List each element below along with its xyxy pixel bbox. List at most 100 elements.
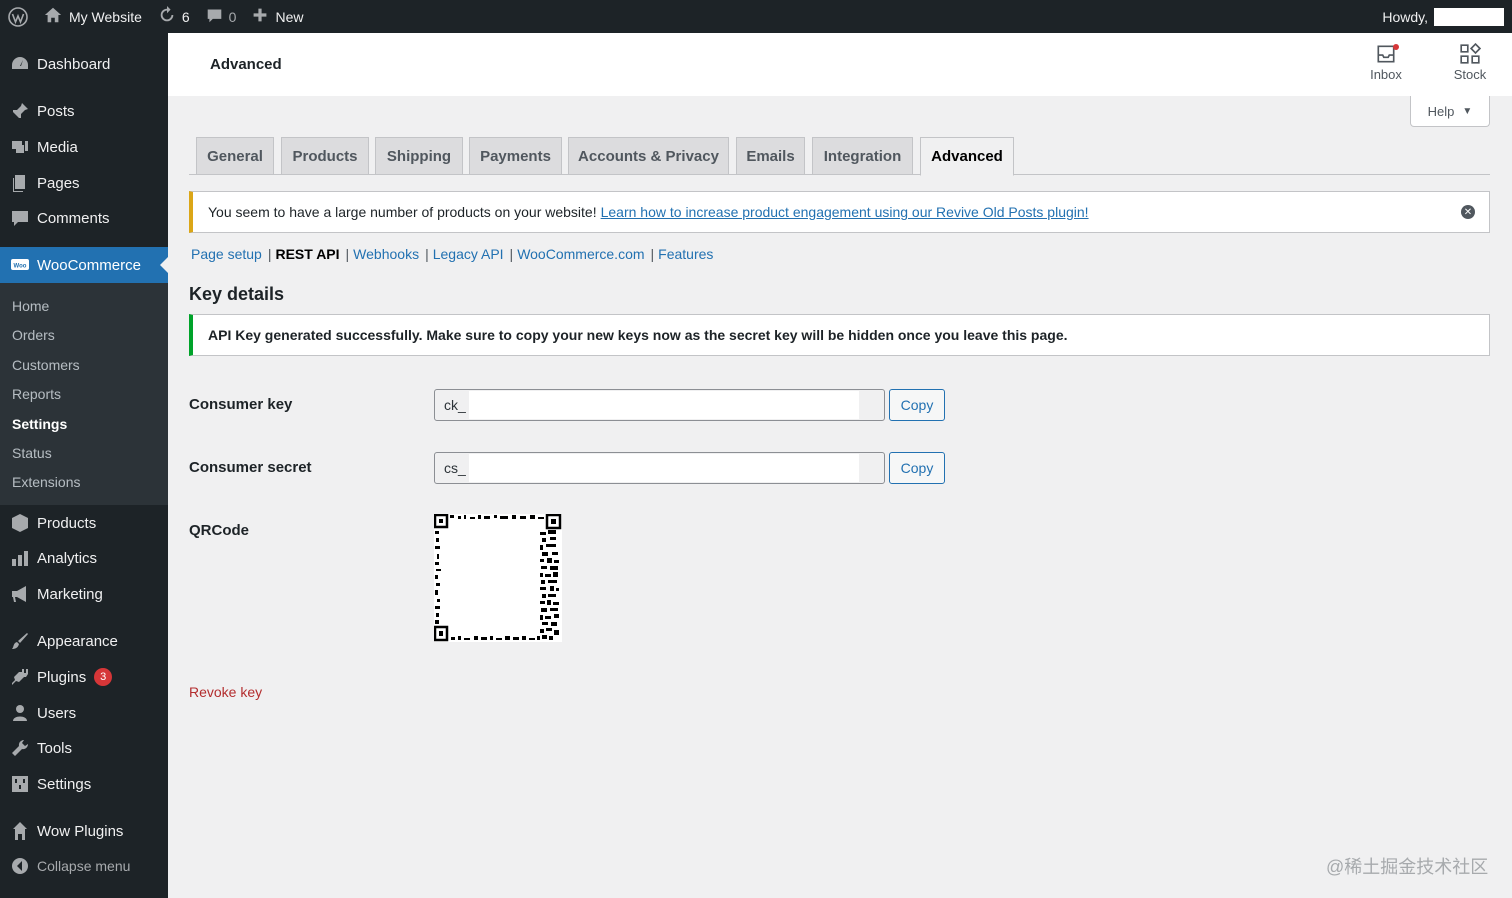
inbox-button[interactable]: Inbox: [1356, 43, 1416, 82]
sidebar-item-label: Tools: [37, 739, 73, 757]
sidebar-item-analytics[interactable]: Analytics: [0, 540, 168, 576]
comments-link[interactable]: 0: [198, 0, 245, 33]
sidebar-item-plugins[interactable]: Plugins 3: [0, 659, 168, 695]
sidebar-item-woocommerce[interactable]: Woo WooCommerce: [0, 247, 168, 283]
tab-payments[interactable]: Payments: [469, 137, 562, 175]
consumer-secret-redaction: [469, 454, 859, 482]
revive-plugin-link[interactable]: Learn how to increase product engagement…: [601, 204, 1089, 220]
site-name-link[interactable]: My Website: [36, 0, 150, 33]
subsection-legacy-api[interactable]: Legacy API: [433, 246, 504, 262]
stock-icon: [1440, 43, 1500, 67]
sidebar-item-pages[interactable]: Pages: [0, 165, 168, 201]
inbox-icon: [1356, 43, 1416, 67]
comment-icon: [0, 208, 37, 228]
comments-count: 0: [228, 8, 237, 25]
tab-integration[interactable]: Integration: [812, 137, 913, 175]
tab-general[interactable]: General: [196, 137, 274, 175]
sidebar-item-label: Comments: [37, 209, 110, 227]
consumer-key-label: Consumer key: [189, 396, 293, 413]
dismiss-notice-icon[interactable]: ✕: [1461, 205, 1475, 219]
users-icon: [0, 703, 37, 723]
sidebar-item-label: Marketing: [37, 585, 103, 603]
inbox-notification-dot: [1393, 44, 1399, 50]
revoke-key-link[interactable]: Revoke key: [189, 684, 262, 700]
avatar: [1434, 7, 1504, 26]
dashboard-icon: [0, 54, 37, 74]
notice-text: You seem to have a large number of produ…: [208, 204, 597, 220]
stock-button[interactable]: Stock: [1440, 43, 1500, 82]
sidebar-item-users[interactable]: Users: [0, 695, 168, 731]
revive-notice: You seem to have a large number of produ…: [189, 191, 1490, 233]
collapse-menu-button[interactable]: Collapse menu: [0, 848, 168, 884]
consumer-key-field[interactable]: ck_: [434, 389, 885, 421]
sidebar-item-label: Dashboard: [37, 55, 111, 73]
consumer-key-redaction: [469, 391, 859, 419]
tab-shipping[interactable]: Shipping: [375, 137, 463, 175]
submenu-item-status[interactable]: Status: [12, 445, 52, 461]
settings-tabs: General Products Shipping Payments Accou…: [189, 136, 1490, 176]
sidebar-item-label: Appearance: [37, 632, 118, 650]
tab-products[interactable]: Products: [281, 137, 369, 175]
subsection-rest-api[interactable]: REST API: [275, 246, 339, 262]
inbox-label: Inbox: [1370, 67, 1402, 82]
sidebar-item-appearance[interactable]: Appearance: [0, 623, 168, 659]
copy-consumer-key-button[interactable]: Copy: [889, 389, 945, 421]
pin-icon: [0, 101, 37, 121]
subsection-woocommerce-com[interactable]: WooCommerce.com: [517, 246, 644, 262]
sidebar-item-label: Pages: [37, 174, 80, 192]
sidebar-item-media[interactable]: Media: [0, 129, 168, 165]
sidebar-item-label: Users: [37, 704, 77, 722]
woocommerce-submenu: Home Orders Customers Reports Settings S…: [0, 283, 168, 505]
submenu-item-reports[interactable]: Reports: [12, 386, 61, 402]
home-icon: [44, 6, 62, 27]
submenu-item-orders[interactable]: Orders: [12, 327, 55, 343]
sidebar-item-posts[interactable]: Posts: [0, 93, 168, 129]
brush-icon: [0, 631, 37, 651]
sidebar-item-wow-plugins[interactable]: Wow Plugins: [0, 813, 168, 849]
sidebar-item-label: WooCommerce: [37, 256, 141, 274]
submenu-item-home[interactable]: Home: [12, 298, 49, 314]
woo-icon: Woo: [0, 255, 37, 275]
page-title: Advanced: [210, 56, 282, 73]
submenu-item-extensions[interactable]: Extensions: [12, 474, 80, 490]
howdy-label: Howdy,: [1382, 8, 1428, 25]
my-account[interactable]: Howdy,: [1382, 7, 1512, 26]
tab-advanced[interactable]: Advanced: [920, 137, 1014, 176]
sidebar-item-products[interactable]: Products: [0, 505, 168, 541]
sidebar-item-comments[interactable]: Comments: [0, 200, 168, 236]
updates-link[interactable]: 6: [150, 0, 198, 33]
section-title: Key details: [189, 284, 285, 304]
subsection-page-setup[interactable]: Page setup: [191, 246, 262, 262]
tab-emails[interactable]: Emails: [736, 137, 805, 175]
wrench-icon: [0, 738, 37, 758]
sidebar-item-settings[interactable]: Settings: [0, 766, 168, 802]
qr-code-image: [434, 514, 562, 642]
new-content-link[interactable]: New: [244, 0, 311, 33]
sidebar-item-label: Posts: [37, 102, 75, 120]
help-label: Help: [1427, 103, 1455, 119]
copy-consumer-secret-button[interactable]: Copy: [889, 452, 945, 484]
sidebar-item-label: Settings: [37, 775, 92, 793]
sidebar-item-tools[interactable]: Tools: [0, 730, 168, 766]
sidebar-item-marketing[interactable]: Marketing: [0, 576, 168, 612]
consumer-secret-field[interactable]: cs_: [434, 452, 885, 484]
new-label: New: [275, 8, 304, 25]
megaphone-icon: [0, 584, 37, 604]
submenu-item-settings[interactable]: Settings: [12, 416, 67, 432]
caret-down-icon: ▼: [1462, 105, 1473, 117]
subsection-features[interactable]: Features: [658, 246, 713, 262]
tab-accounts-privacy[interactable]: Accounts & Privacy: [568, 137, 729, 175]
wordpress-logo-icon[interactable]: [0, 0, 36, 33]
plugins-update-badge: 3: [94, 668, 113, 686]
sidebar-item-dashboard[interactable]: Dashboard: [0, 46, 168, 82]
admin-sidebar: Dashboard Posts Media Pages Comments Woo…: [0, 33, 168, 898]
success-notice: API Key generated successfully. Make sur…: [189, 314, 1490, 356]
svg-text:Woo: Woo: [13, 264, 26, 270]
advanced-subsections: Page setup | REST API | Webhooks | Legac…: [191, 246, 714, 262]
submenu-item-customers[interactable]: Customers: [12, 357, 80, 373]
subsection-webhooks[interactable]: Webhooks: [353, 246, 419, 262]
help-tab-button[interactable]: Help ▼: [1410, 96, 1490, 127]
plus-icon: [252, 7, 268, 26]
woocommerce-header: Advanced Inbox Stock: [168, 33, 1512, 96]
plugin-icon: [0, 667, 37, 687]
